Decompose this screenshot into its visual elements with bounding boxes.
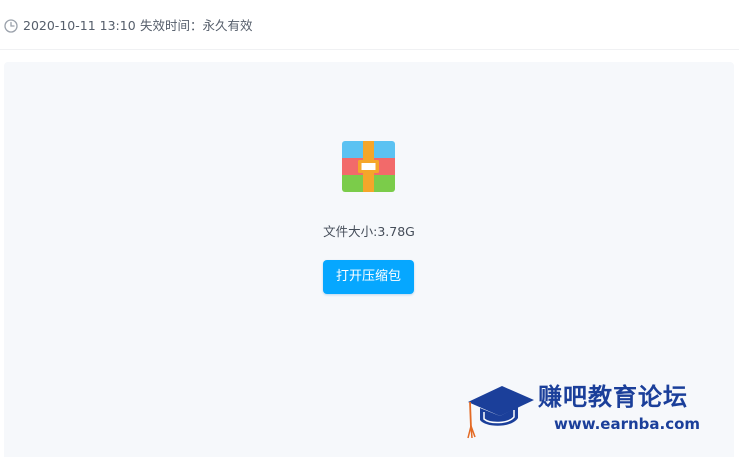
file-size-label: 文件大小:3.78G: [323, 224, 415, 239]
share-date: 2020-10-11 13:10: [23, 18, 136, 33]
share-page: 2020-10-11 13:10 失效时间：永久有效 文件大小:3.78G 打开…: [0, 0, 739, 457]
open-archive-button[interactable]: 打开压缩包: [323, 260, 414, 294]
zip-archive-icon: [342, 141, 395, 192]
watermark-title: 赚吧教育论坛: [538, 383, 688, 411]
expiry-text: 失效时间：永久有效: [140, 18, 253, 33]
mortarboard-icon: [467, 386, 534, 439]
share-meta-bar: 2020-10-11 13:10 失效时间：永久有效: [0, 0, 739, 50]
clock-icon: [4, 19, 18, 33]
watermark-logo: 赚吧教育论坛 www.earnba.com: [466, 378, 736, 440]
watermark-url: www.earnba.com: [554, 415, 701, 433]
